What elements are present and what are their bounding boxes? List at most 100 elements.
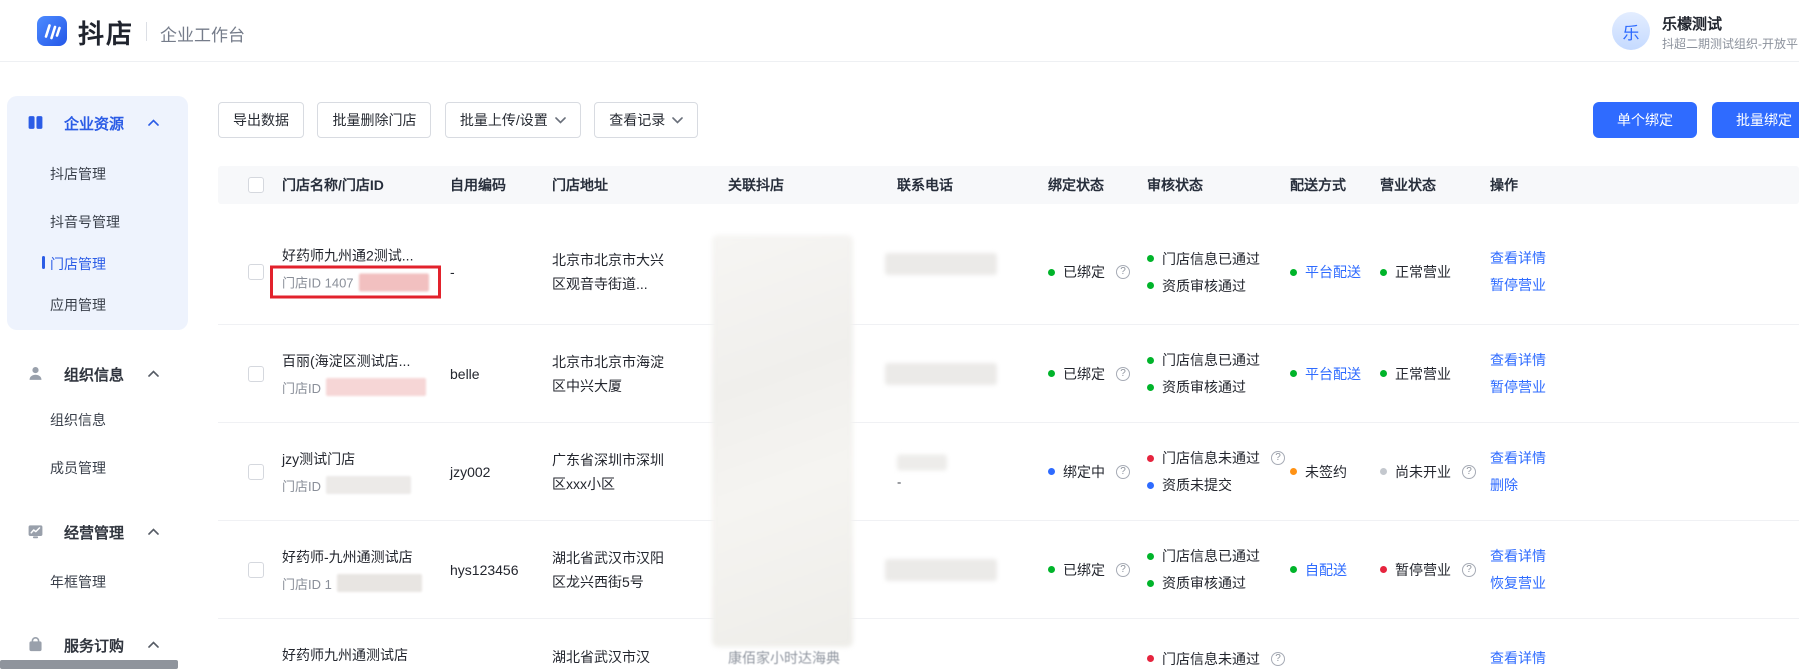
blurred-phone <box>885 362 997 385</box>
sidebar-item-app-management[interactable]: 应用管理 <box>50 295 106 315</box>
logo-text: 抖店 <box>78 19 135 49</box>
table-row: 好药师九州通2测试... 门店ID 1407 - 北京市北京市大兴区观音寺街道.… <box>218 204 1799 324</box>
row-checkbox[interactable] <box>248 561 264 578</box>
sidebar: 企业资源 抖店管理 抖音号管理 门店管理 应用管理 组织信息 组织信息 成员管理 <box>0 62 200 670</box>
view-details-link[interactable]: 查看详情 <box>1490 245 1582 272</box>
store-address: 北京市北京市大兴区观音寺街道... <box>552 252 664 293</box>
sidebar-item-member-management[interactable]: 成员管理 <box>50 458 106 478</box>
batch-delete-store-button[interactable]: 批量删除门店 <box>317 102 432 138</box>
view-details-link[interactable]: 查看详情 <box>1490 543 1582 570</box>
status-dot <box>1147 579 1154 587</box>
service-order-icon <box>29 637 42 652</box>
sidebar-item-organization-info[interactable]: 组织信息 <box>50 410 106 430</box>
sidebar-section-label: 企业资源 <box>64 116 125 133</box>
status-dot <box>1290 566 1297 573</box>
redacted-store-id <box>358 273 429 292</box>
view-details-link[interactable]: 查看详情 <box>1490 347 1582 374</box>
workspace-title: 企业工作台 <box>160 26 245 45</box>
help-icon[interactable] <box>1462 464 1476 479</box>
store-id: 门店ID <box>282 380 322 396</box>
column-header-delivery-method: 配送方式 <box>1290 177 1346 193</box>
view-details-link[interactable]: 查看详情 <box>1490 445 1582 472</box>
sidebar-item-store-management[interactable]: 门店管理 <box>42 254 106 274</box>
audit-status: 资质未提交 <box>1162 477 1232 493</box>
help-icon[interactable] <box>1271 451 1285 465</box>
view-records-dropdown[interactable]: 查看记录 <box>594 102 699 138</box>
blurred-phone <box>885 558 997 581</box>
sidebar-item-annual-frame-management[interactable]: 年框管理 <box>50 572 106 592</box>
operations-icon <box>28 525 43 539</box>
chevron-up-icon <box>148 119 159 126</box>
status-dot <box>1380 566 1387 573</box>
delete-link[interactable]: 删除 <box>1490 472 1582 499</box>
delivery-method-link[interactable]: 自配送 <box>1305 560 1347 580</box>
help-icon[interactable] <box>1462 562 1476 577</box>
delivery-method-link[interactable]: 平台配送 <box>1305 364 1361 384</box>
delivery-method: 未签约 <box>1305 463 1347 480</box>
store-address: 湖北省武汉市汉 <box>552 649 650 665</box>
sidebar-section-company-resources[interactable]: 企业资源 <box>0 112 188 134</box>
company-resources-icon <box>28 116 43 129</box>
batch-upload-label: 批量上传/设置 <box>459 112 548 128</box>
sidebar-item-douyin-account-management[interactable]: 抖音号管理 <box>50 212 120 232</box>
row-checkbox[interactable] <box>248 264 264 281</box>
sidebar-section-organization-info[interactable]: 组织信息 <box>0 363 188 385</box>
audit-status: 门店信息已通过 <box>1162 250 1260 267</box>
export-data-button[interactable]: 导出数据 <box>218 102 304 138</box>
avatar[interactable]: 乐 <box>1612 12 1650 50</box>
bind-status: 绑定中 <box>1063 463 1105 480</box>
row-checkbox[interactable] <box>248 365 264 382</box>
store-name: 好药师九州通测试店 <box>282 647 408 663</box>
store-address: 广东省深圳市深圳区xxx小区 <box>552 451 664 492</box>
store-address: 北京市北京市海淀区中兴大厦 <box>552 353 664 394</box>
chevron-down-icon <box>672 117 684 124</box>
custom-code: - <box>450 264 455 281</box>
help-icon[interactable] <box>1116 366 1130 381</box>
help-icon[interactable] <box>1116 265 1130 280</box>
sidebar-section-service-order[interactable]: 服务订购 <box>0 634 188 656</box>
column-header-store-address: 门店地址 <box>552 177 608 193</box>
status-dot <box>1380 468 1387 475</box>
bind-status: 已绑定 <box>1063 365 1105 382</box>
sidebar-section-operations-management[interactable]: 经营管理 <box>0 521 188 543</box>
table-header: 门店名称/门店ID 自用编码 门店地址 关联抖店 联系电话 绑定状态 审核状态 … <box>218 166 1799 204</box>
help-icon[interactable] <box>1271 651 1285 666</box>
suspend-business-link[interactable]: 暂停营业 <box>1490 374 1582 401</box>
batch-upload-settings-dropdown[interactable]: 批量上传/设置 <box>444 102 581 138</box>
status-dot <box>1147 282 1154 290</box>
user-name: 乐檬测试 <box>1662 16 1723 33</box>
store-address: 湖北省武汉市汉阳区龙兴西街5号 <box>552 549 664 590</box>
audit-status: 门店信息未通过 <box>1162 650 1260 667</box>
resume-business-link[interactable]: 恢复营业 <box>1490 570 1582 597</box>
status-dot <box>1380 370 1387 377</box>
view-details-link[interactable]: 查看详情 <box>1490 645 1582 670</box>
horizontal-scrollbar-thumb[interactable] <box>0 660 178 669</box>
batch-bind-button[interactable]: 批量绑定 <box>1712 102 1799 138</box>
suspend-business-link[interactable]: 暂停营业 <box>1490 272 1582 299</box>
user-organization: 抖超二期测试组织-开放平 <box>1662 37 1798 51</box>
audit-status: 资质审核通过 <box>1162 277 1246 294</box>
status-dot <box>1147 383 1154 391</box>
help-icon[interactable] <box>1116 464 1130 479</box>
redacted-store-id <box>326 378 427 396</box>
help-icon[interactable] <box>1116 562 1130 577</box>
select-all-checkbox[interactable] <box>248 177 264 193</box>
table-row: 好药师九州通测试店 湖北省武汉市汉 门店信息未通过 查看详情 <box>218 618 1799 670</box>
status-dot <box>1048 566 1055 573</box>
status-dot <box>1048 468 1055 475</box>
table-row: jzy测试门店 门店ID jzy002 广东省深圳市深圳区xxx小区 - 绑定中… <box>218 422 1799 520</box>
status-dot <box>1048 370 1055 377</box>
main-content: 导出数据 批量删除门店 批量上传/设置 查看记录 单个绑定 批量绑定 门店名称/… <box>200 62 1799 670</box>
business-status: 正常营业 <box>1395 264 1451 281</box>
single-bind-button[interactable]: 单个绑定 <box>1593 102 1697 138</box>
batch-delete-label: 批量删除门店 <box>332 112 417 128</box>
row-checkbox[interactable] <box>248 463 264 480</box>
store-id: 门店ID 1407 <box>282 275 354 291</box>
sidebar-item-store-shop-management[interactable]: 抖店管理 <box>50 164 106 184</box>
audit-status: 门店信息已通过 <box>1162 548 1260 564</box>
table-row: 百丽(海淀区测试店... 门店ID belle 北京市北京市海淀区中兴大厦 已绑… <box>218 324 1799 422</box>
blurred-phone <box>897 454 947 470</box>
view-records-label: 查看记录 <box>609 112 666 128</box>
status-dot <box>1147 255 1154 263</box>
delivery-method-link[interactable]: 平台配送 <box>1305 262 1361 282</box>
